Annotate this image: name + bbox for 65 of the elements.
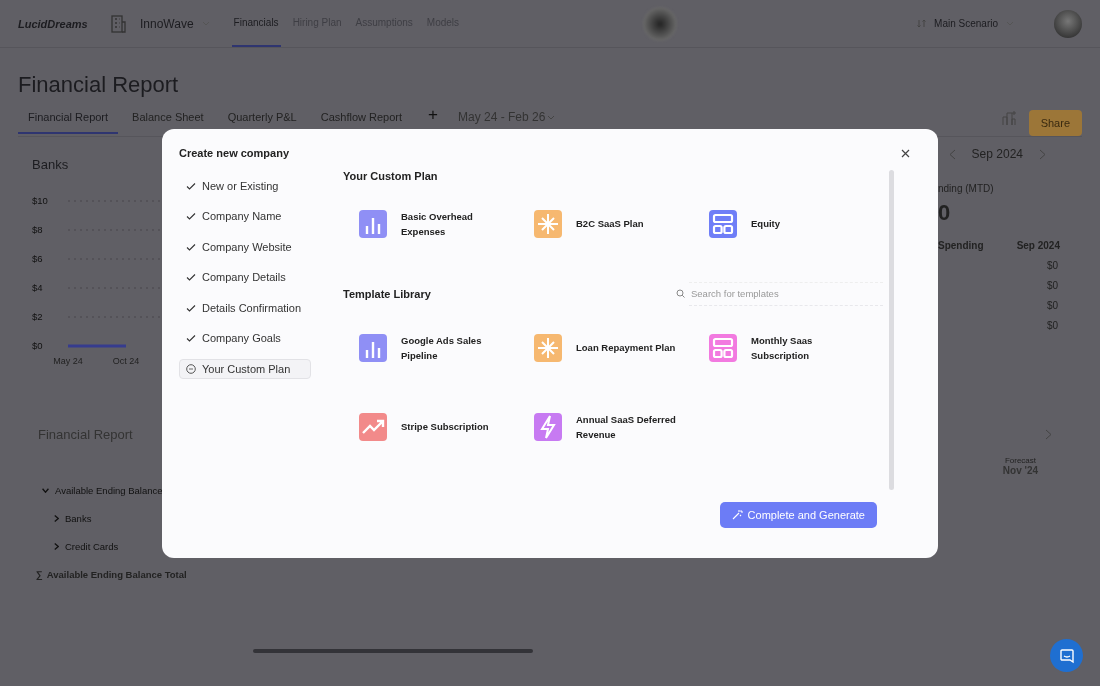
step-item[interactable]: Company Website xyxy=(179,236,299,257)
scenario-label: Main Scenario xyxy=(934,18,998,29)
caret-right-icon[interactable] xyxy=(54,514,59,522)
search-field[interactable]: Search for templates xyxy=(689,281,883,306)
sum-symbol: ∑ xyxy=(36,568,43,580)
metric-label: nding (MTD) xyxy=(938,183,994,194)
dialog-title: Create new company xyxy=(179,147,290,159)
table-cell-text: $0 xyxy=(1046,320,1059,331)
step-item[interactable]: New or Existing xyxy=(179,175,286,196)
axis-label: Oct 24 xyxy=(112,356,140,366)
axis-label: $10 xyxy=(32,195,48,206)
row-label: Available Ending Balance Total xyxy=(46,568,187,580)
caret-down-icon[interactable] xyxy=(42,487,49,493)
table-cell-text: $0 xyxy=(1046,260,1059,271)
table-cell-text: $0 xyxy=(1046,280,1059,291)
step-item[interactable]: Your Custom Plan xyxy=(179,358,312,379)
scrollbar[interactable] xyxy=(253,649,533,653)
step-item[interactable]: Company Details xyxy=(179,267,293,287)
axis-label: $0 xyxy=(32,340,43,351)
template-card[interactable]: Loan Repayment Plan xyxy=(534,325,709,370)
step-item[interactable]: Details Confirmation xyxy=(179,297,309,318)
chevron-right-icon[interactable] xyxy=(1045,429,1052,440)
section-title: Template Library xyxy=(343,287,431,300)
chart-add-icon[interactable] xyxy=(1000,110,1017,126)
caret-right-icon[interactable] xyxy=(54,542,59,550)
page-title: Financial Report xyxy=(18,72,180,98)
forecast-label: Forecast xyxy=(1003,456,1036,465)
axis-label: $8 xyxy=(32,224,43,235)
generate-button[interactable]: Complete and Generate xyxy=(719,501,877,528)
template-card[interactable]: Annual SaaS Deferred Revenue xyxy=(534,404,709,449)
column-header: Sep 2024 xyxy=(1016,240,1060,251)
logo: LucidDreams xyxy=(18,17,88,30)
axis-label: $6 xyxy=(32,253,43,264)
step-item[interactable]: Company Name xyxy=(179,206,289,226)
chat-icon xyxy=(1058,647,1075,664)
table-cell-text: $0 xyxy=(1046,300,1059,311)
avatar[interactable] xyxy=(1054,9,1082,38)
building-icon[interactable] xyxy=(110,14,126,33)
axis-label: $4 xyxy=(32,282,43,293)
axis-label: $2 xyxy=(32,311,43,322)
metric-value: 0 xyxy=(938,200,951,226)
chevron-down-icon xyxy=(547,114,556,120)
chart-title: Banks xyxy=(32,157,70,172)
row-label: Banks xyxy=(65,512,92,524)
template-card[interactable]: B2C SaaS Plan xyxy=(534,201,709,246)
row-label: Credit Cards xyxy=(65,540,119,552)
template-card[interactable]: Google Ads Sales Pipeline xyxy=(359,325,534,370)
chat-button[interactable] xyxy=(1050,639,1083,672)
template-card[interactable]: Equity xyxy=(709,201,884,246)
section-title: Your Custom Plan xyxy=(343,169,439,182)
swap-icon xyxy=(917,19,927,28)
column-header: Spending xyxy=(938,240,984,251)
row-label: Available Ending Balance xyxy=(55,484,163,496)
template-card[interactable]: Basic Overhead Expenses xyxy=(359,201,534,246)
chart-line xyxy=(68,344,126,348)
step-item[interactable]: Company Goals xyxy=(179,328,288,348)
template-card[interactable]: Monthly Saas Subscription xyxy=(709,325,884,370)
month-label: Sep 2024 xyxy=(971,147,1023,161)
template-card[interactable]: Stripe Subscription xyxy=(359,404,534,449)
search-icon xyxy=(676,289,685,298)
axis-label: May 24 xyxy=(53,356,83,366)
magic-wand-icon xyxy=(731,509,743,520)
scrollbar[interactable] xyxy=(889,169,894,490)
chevron-left-icon[interactable] xyxy=(948,148,956,160)
chevron-right-icon[interactable] xyxy=(1039,148,1046,160)
